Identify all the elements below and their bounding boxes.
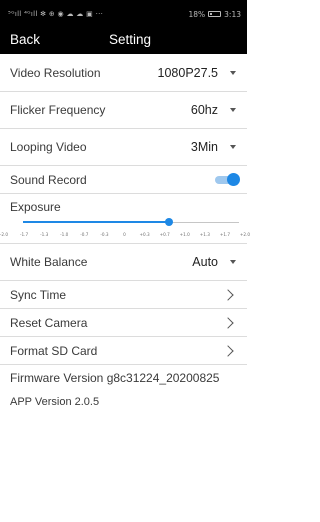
dropdown-caret-icon[interactable] [230,108,236,112]
looping-video-row[interactable]: Looping Video 3Min [0,129,247,166]
exposure-tick-label: +1.7 [219,232,230,237]
white-balance-row[interactable]: White Balance Auto [0,244,247,281]
video-resolution-row[interactable]: Video Resolution 1080P27.5 [0,54,247,92]
sound-record-label: Sound Record [10,172,87,187]
slider-thumb[interactable] [164,218,173,226]
sync-time-row[interactable]: Sync Time [0,281,247,309]
looping-video-label: Looping Video [10,140,87,154]
reset-camera-label: Reset Camera [10,315,88,330]
sync-time-label: Sync Time [10,287,67,302]
exposure-tick-label: +2.0 [239,232,251,237]
video-resolution-label: Video Resolution [10,65,101,80]
flicker-frequency-label: Flicker Frequency [10,103,106,117]
exposure-tick-label: +1.3 [199,232,210,237]
exposure-tick-label: -1.3 [40,232,49,237]
chevron-right-icon[interactable] [222,344,234,357]
status-icons: ⁵ᴳıll ⁴ᴳıll ✻ ⊕ ◉ ☁ ☁ ▣ ··· [8,10,104,18]
format-sd-row[interactable]: Format SD Card [0,337,247,365]
firmware-version: Firmware Version g8c31224_20200825 [10,371,220,385]
chevron-right-icon[interactable] [222,316,234,329]
looping-video-value[interactable]: 3Min [191,140,218,154]
battery-percent: 18% [188,9,206,19]
exposure-section: Exposure -2.0 -1.7 -1.3 -1.0 -0.7 -0.3 0 +0.3 +0… [0,194,250,244]
flicker-frequency-value[interactable]: 60hz [191,103,218,117]
chevron-right-icon[interactable] [222,288,234,301]
dropdown-caret-icon[interactable] [230,145,236,149]
exposure-tick-label: -0.3 [100,232,109,237]
app-version: APP Version 2.0.5 [10,396,100,408]
dropdown-caret-icon[interactable] [230,260,236,264]
dropdown-caret-icon[interactable] [230,70,236,75]
exposure-tick-label: 0 [123,232,126,237]
back-button[interactable]: Back [10,32,40,47]
video-resolution-value[interactable]: 1080P27.5 [158,66,218,80]
toggle-knob [227,172,240,186]
battery-icon [208,11,222,17]
format-sd-label: Format SD Card [10,343,98,358]
exposure-tick-label: -0.7 [80,232,89,237]
slider-fill [23,221,169,223]
exposure-tick-label: +0.3 [139,232,150,237]
exposure-tick-label: -1.0 [60,232,69,237]
white-balance-label: White Balance [10,255,88,269]
exposure-label: Exposure [10,200,61,214]
exposure-slider[interactable] [23,218,239,226]
reset-camera-row[interactable]: Reset Camera [0,309,247,337]
white-balance-value[interactable]: Auto [192,255,218,269]
exposure-tick-label: -2.0 [0,232,9,237]
page-title: Setting [109,32,152,47]
exposure-tick-label: -1.7 [19,232,29,237]
exposure-tick-label: +1.0 [179,232,190,237]
sound-record-toggle[interactable] [215,172,240,186]
exposure-tick-label: +0.7 [159,232,170,237]
status-right: 18% 3:13 [188,10,241,19]
sound-record-row: Sound Record [0,166,247,194]
flicker-frequency-row[interactable]: Flicker Frequency 60hz [0,92,247,129]
status-bar: ⁵ᴳıll ⁴ᴳıll ✻ ⊕ ◉ ☁ ☁ ▣ ··· 18% 3:13 [0,0,247,28]
clock: 3:13 [224,9,241,19]
nav-bar: Back Setting [0,28,247,54]
exposure-ticks: -2.0 -1.7 -1.3 -1.0 -0.7 -0.3 0 +0.3 +0.7 +1.0 +1.… [0,232,250,238]
